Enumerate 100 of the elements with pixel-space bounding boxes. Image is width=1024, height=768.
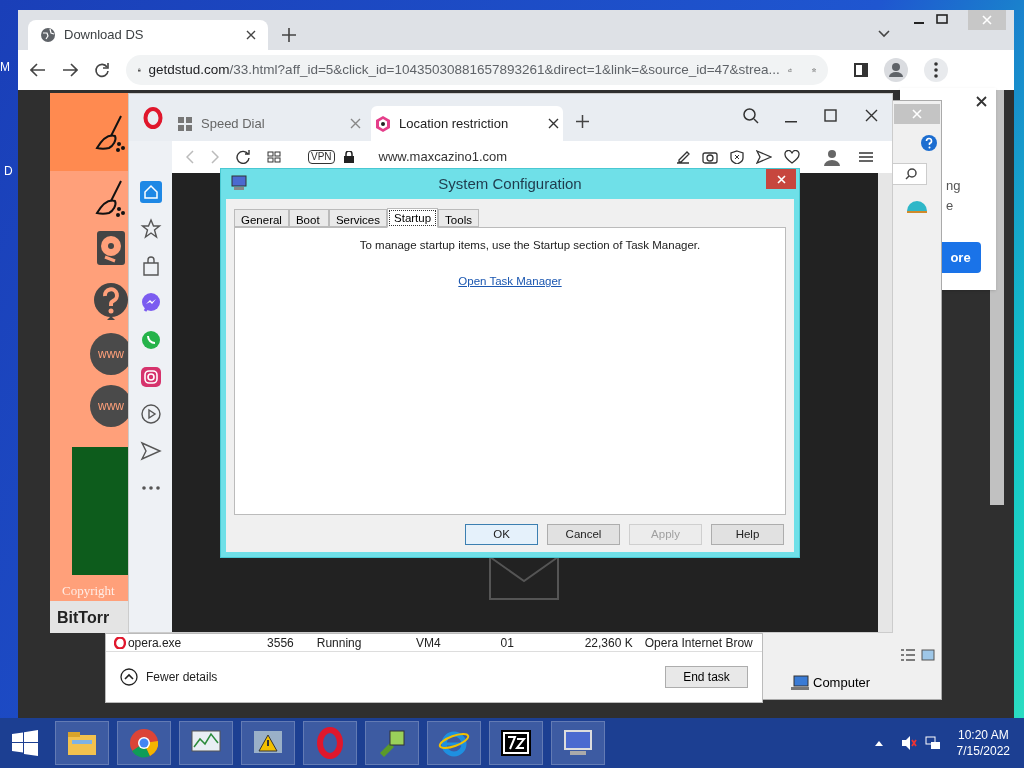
- copyright-text: Copyright: [62, 582, 115, 601]
- tab-title: Location restriction: [399, 114, 510, 133]
- table-cell-text: Opera Internet Brow: [643, 634, 754, 652]
- whatsapp-icon[interactable]: [139, 329, 162, 351]
- reload-icon[interactable]: [236, 150, 250, 164]
- send-icon[interactable]: [139, 440, 162, 462]
- archive-icon: [500, 727, 532, 759]
- search-icon: [905, 168, 917, 180]
- settings-icon[interactable]: [858, 150, 873, 164]
- help-icon[interactable]: [921, 135, 937, 151]
- taskbar-button[interactable]: [489, 721, 543, 765]
- new-tab-icon[interactable]: [282, 28, 296, 42]
- close-icon: [776, 174, 786, 184]
- menu-icon[interactable]: [924, 58, 948, 82]
- open-task-manager-link[interactable]: Open Task Manager: [458, 273, 562, 291]
- browser-tab[interactable]: Location restriction: [371, 106, 563, 141]
- opera-icon: [314, 727, 346, 759]
- grid-icon[interactable]: [267, 151, 281, 163]
- new-tab-icon[interactable]: [576, 115, 589, 128]
- forward-icon[interactable]: [62, 63, 78, 77]
- send-icon[interactable]: [755, 150, 772, 164]
- minimize-icon[interactable]: [785, 121, 797, 123]
- desktop-icon-label[interactable]: M: [0, 58, 10, 76]
- close-icon[interactable]: [976, 96, 987, 107]
- network-icon[interactable]: [924, 735, 941, 751]
- home-icon[interactable]: [139, 181, 162, 203]
- opera-logo-icon[interactable]: [143, 107, 163, 129]
- tab-title: Speed Dial: [201, 114, 266, 133]
- table-cell-text: 22,360 K: [583, 634, 634, 652]
- dialog-button[interactable]: Help: [711, 524, 784, 545]
- help-icon[interactable]: [91, 281, 131, 322]
- taskbar-button[interactable]: [179, 721, 233, 765]
- heart-icon[interactable]: [783, 150, 800, 164]
- popup-text: e: [946, 197, 954, 215]
- fewer-details-button[interactable]: Fewer details: [120, 668, 218, 686]
- table-cell-text: Running: [315, 634, 363, 652]
- desktop-icon-label[interactable]: D: [4, 162, 13, 180]
- globe-icon: [40, 27, 56, 43]
- window-title: System Configuration: [438, 173, 582, 194]
- shield-icon[interactable]: [729, 150, 744, 164]
- message-text: To manage startup items, use the Startup section of Task Manager.: [359, 238, 701, 253]
- profile-icon[interactable]: [821, 147, 842, 167]
- dialog-tab[interactable]: Boot: [288, 209, 329, 227]
- windows-start-icon[interactable]: [12, 730, 38, 756]
- close-icon: [982, 15, 992, 25]
- search-icon[interactable]: [743, 108, 759, 124]
- caption-text: BitTorr: [57, 609, 110, 626]
- dialog-tab[interactable]: Startup: [387, 208, 439, 228]
- instagram-icon[interactable]: [139, 366, 162, 388]
- clock-date[interactable]: 7/15/2022: [956, 743, 1010, 759]
- address-bar[interactable]: getdstud.com/33.html?aff_id=5&click_id=10435030881657893261&direct=1&link=&source_id=47&strea...: [126, 55, 828, 85]
- site-logo-icon: [375, 115, 391, 132]
- clock-time[interactable]: 10:20 AM: [957, 727, 1009, 743]
- details-view-icon[interactable]: [901, 649, 915, 661]
- maximize-icon[interactable]: [936, 14, 948, 24]
- close-button[interactable]: [766, 169, 796, 189]
- chevron-up-circle-icon: [120, 668, 138, 686]
- muted-speaker-icon[interactable]: [900, 735, 917, 751]
- reload-icon[interactable]: [94, 62, 110, 78]
- dialog-tab[interactable]: Tools: [438, 209, 479, 227]
- close-icon[interactable]: [246, 30, 256, 40]
- play-icon[interactable]: [139, 403, 162, 425]
- side-panel-icon[interactable]: [854, 63, 868, 77]
- status-text: Computer: [813, 674, 871, 692]
- close-icon: [912, 109, 922, 119]
- camera-icon[interactable]: [701, 150, 718, 164]
- tiles-view-icon[interactable]: [921, 649, 935, 661]
- dialog-button[interactable]: OK: [465, 524, 538, 545]
- grid-icon: [177, 115, 193, 132]
- shell-icon: [907, 201, 927, 213]
- url-text[interactable]: www.maxcazino1.com: [378, 147, 659, 167]
- search-field[interactable]: [891, 163, 927, 185]
- edit-icon[interactable]: [675, 150, 690, 164]
- chrome-icon: [128, 727, 160, 759]
- table-cell-text: VM4: [415, 634, 442, 652]
- table-cell-text: 3556: [266, 634, 295, 652]
- dialog-tab[interactable]: General: [234, 209, 289, 227]
- popup-text: ng: [946, 177, 961, 195]
- close-icon[interactable]: [548, 118, 559, 129]
- profile-icon[interactable]: [884, 58, 908, 82]
- maximize-icon[interactable]: [824, 109, 837, 122]
- browser-tab[interactable]: Speed Dial: [173, 106, 365, 141]
- vpn-badge[interactable]: VPN: [308, 150, 335, 164]
- tab-title: Download DS: [64, 26, 145, 45]
- close-icon[interactable]: [865, 109, 878, 122]
- end-task-button[interactable]: End task: [665, 666, 748, 688]
- browser-tab[interactable]: Download DS: [28, 20, 268, 50]
- back-icon[interactable]: [30, 63, 46, 77]
- table-cell-text: opera.exe: [126, 634, 183, 652]
- dialog-tab[interactable]: Services: [328, 209, 388, 227]
- scrollbar[interactable]: [878, 173, 892, 632]
- dialog-button[interactable]: Cancel: [547, 524, 620, 545]
- learn-more-button[interactable]: ore: [940, 242, 981, 273]
- process-row[interactable]: opera.exe 3556 Running VM4 01 22,360 K Opera Internet Brow: [106, 634, 762, 652]
- table-cell-text: 01: [499, 634, 515, 652]
- url-text: getdstud.com/33.html?aff_id=5&click_id=10435030881657893261&direct=1&link=&source_id=47&strea...: [148, 60, 780, 79]
- messenger-icon[interactable]: [139, 292, 162, 314]
- chevron-down-icon[interactable]: [878, 30, 890, 38]
- system-config-icon: [231, 175, 247, 191]
- caret-up-icon[interactable]: [874, 740, 883, 746]
